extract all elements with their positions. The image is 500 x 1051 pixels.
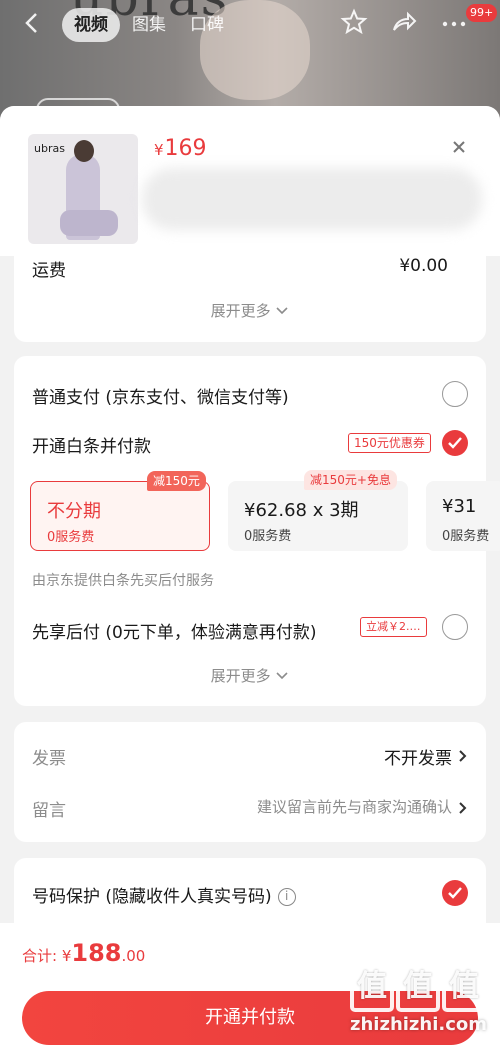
- pay-later-radio[interactable]: [442, 614, 468, 640]
- chevron-right-icon: [459, 802, 467, 814]
- more-icon: [442, 21, 466, 27]
- chevron-down-icon: [276, 307, 288, 315]
- plan-fee: 0服务费: [442, 529, 490, 544]
- privacy-checkbox[interactable]: [442, 880, 468, 906]
- product-price: ¥169: [154, 136, 207, 161]
- shipping-label: 运费: [32, 261, 66, 281]
- product-header: ubras ¥169: [0, 106, 500, 256]
- note-placeholder: 建议留言前先与商家沟通确认: [256, 798, 452, 816]
- baitiao-coupon-tag: 150元优惠券: [348, 433, 431, 453]
- price-currency: ¥: [154, 141, 164, 159]
- invoice-card: 发票 不开发票 留言 建议留言前先与商家沟通确认: [14, 722, 486, 842]
- share-icon: [393, 11, 417, 31]
- plan-discount-tag: 减150元+免息: [304, 470, 397, 490]
- total-decimal: .00: [121, 947, 146, 965]
- price-amount: 169: [164, 136, 207, 161]
- expand-more-shipping[interactable]: 展开更多: [14, 300, 486, 321]
- product-thumbnail: ubras: [28, 134, 138, 244]
- back-button[interactable]: [22, 10, 52, 40]
- invoice-value: 不开发票: [384, 749, 452, 769]
- chevron-right-icon: [459, 750, 467, 762]
- plan-option-more-installments[interactable]: ¥31 0服务费: [426, 481, 500, 551]
- privacy-row: 号码保护 (隐藏收件人真实号码) i: [32, 882, 296, 907]
- site-watermark: 值 值 值 zhizhizhi.com: [350, 962, 492, 1042]
- shipping-value: ¥0.00: [399, 256, 448, 276]
- expand-more-label: 展开更多: [210, 667, 271, 685]
- thumbnail-model-legs: [60, 210, 118, 236]
- favorite-button[interactable]: [340, 8, 368, 42]
- payment-card: 普通支付 (京东支付、微信支付等) 开通白条并付款 150元优惠券 减150元 …: [14, 356, 500, 706]
- watermark-site: zhizhizhi.com: [350, 1014, 488, 1035]
- watermark-logo-char: 值: [442, 962, 486, 1012]
- baitiao-label: 开通白条并付款: [32, 437, 151, 457]
- invoice-label: 发票: [32, 749, 66, 769]
- normal-pay-label: 普通支付 (京东支付、微信支付等): [32, 388, 289, 408]
- total-integer: 188: [71, 939, 122, 967]
- normal-pay-radio[interactable]: [442, 381, 468, 407]
- thumbnail-model-head: [74, 140, 94, 162]
- note-row[interactable]: 建议留言前先与商家沟通确认: [257, 796, 468, 820]
- plan-discount-tag: 减150元: [147, 471, 206, 491]
- provider-note: 由京东提供白条先买后付服务: [32, 573, 214, 589]
- invoice-row[interactable]: 不开发票: [384, 744, 468, 769]
- share-button[interactable]: [390, 8, 418, 42]
- plan-title: ¥62.68 x 3期: [244, 500, 359, 521]
- chevron-down-icon: [276, 672, 288, 680]
- close-button[interactable]: [448, 136, 470, 158]
- plan-option-3-installments[interactable]: 减150元+免息 ¥62.68 x 3期 0服务费: [228, 470, 408, 551]
- plan-fee: 0服务费: [244, 529, 292, 544]
- pay-later-label: 先享后付 (0元下单，体验满意再付款): [32, 623, 317, 643]
- checkmark-icon: [448, 437, 462, 449]
- note-label: 留言: [32, 801, 66, 821]
- tab-video[interactable]: 视频: [62, 8, 120, 42]
- tab-reviews[interactable]: 口碑: [178, 8, 236, 42]
- thumbnail-brand: ubras: [34, 142, 65, 155]
- checkmark-icon: [448, 887, 462, 899]
- order-total: 合计: ¥188.00: [22, 939, 145, 967]
- plan-option-no-installment[interactable]: 减150元 不分期 0服务费: [30, 471, 210, 551]
- chevron-left-icon: [25, 13, 37, 33]
- plan-fee: 0服务费: [47, 530, 95, 545]
- expand-more-payment[interactable]: 展开更多: [14, 665, 486, 686]
- blurred-product-title: [142, 168, 482, 230]
- pay-later-discount-tag: 立减￥2.…: [360, 617, 427, 637]
- plan-title: 不分期: [47, 501, 101, 522]
- info-icon[interactable]: i: [277, 888, 296, 906]
- media-tabs: 视频 图集 口碑: [62, 8, 236, 42]
- more-button[interactable]: [440, 8, 468, 42]
- message-badge: 99+: [466, 4, 498, 22]
- watermark-logo-char: 值: [350, 962, 394, 1012]
- checkout-sheet: 运费 ¥0.00 展开更多 ubras ¥169 普通支付 (京东支付、微信支付…: [0, 106, 500, 1051]
- watermark-logo-char: 值: [396, 962, 440, 1012]
- expand-more-label: 展开更多: [210, 302, 271, 320]
- total-label: 合计:: [22, 947, 58, 965]
- close-icon: [453, 141, 465, 153]
- tab-gallery[interactable]: 图集: [120, 8, 178, 42]
- plan-title: ¥31: [442, 496, 477, 517]
- baitiao-checkbox[interactable]: [442, 430, 468, 456]
- total-currency: ¥: [61, 947, 72, 965]
- privacy-label: 号码保护 (隐藏收件人真实号码): [32, 887, 272, 907]
- watermark-logo: 值 值 值: [350, 962, 492, 1012]
- star-icon: [340, 8, 368, 35]
